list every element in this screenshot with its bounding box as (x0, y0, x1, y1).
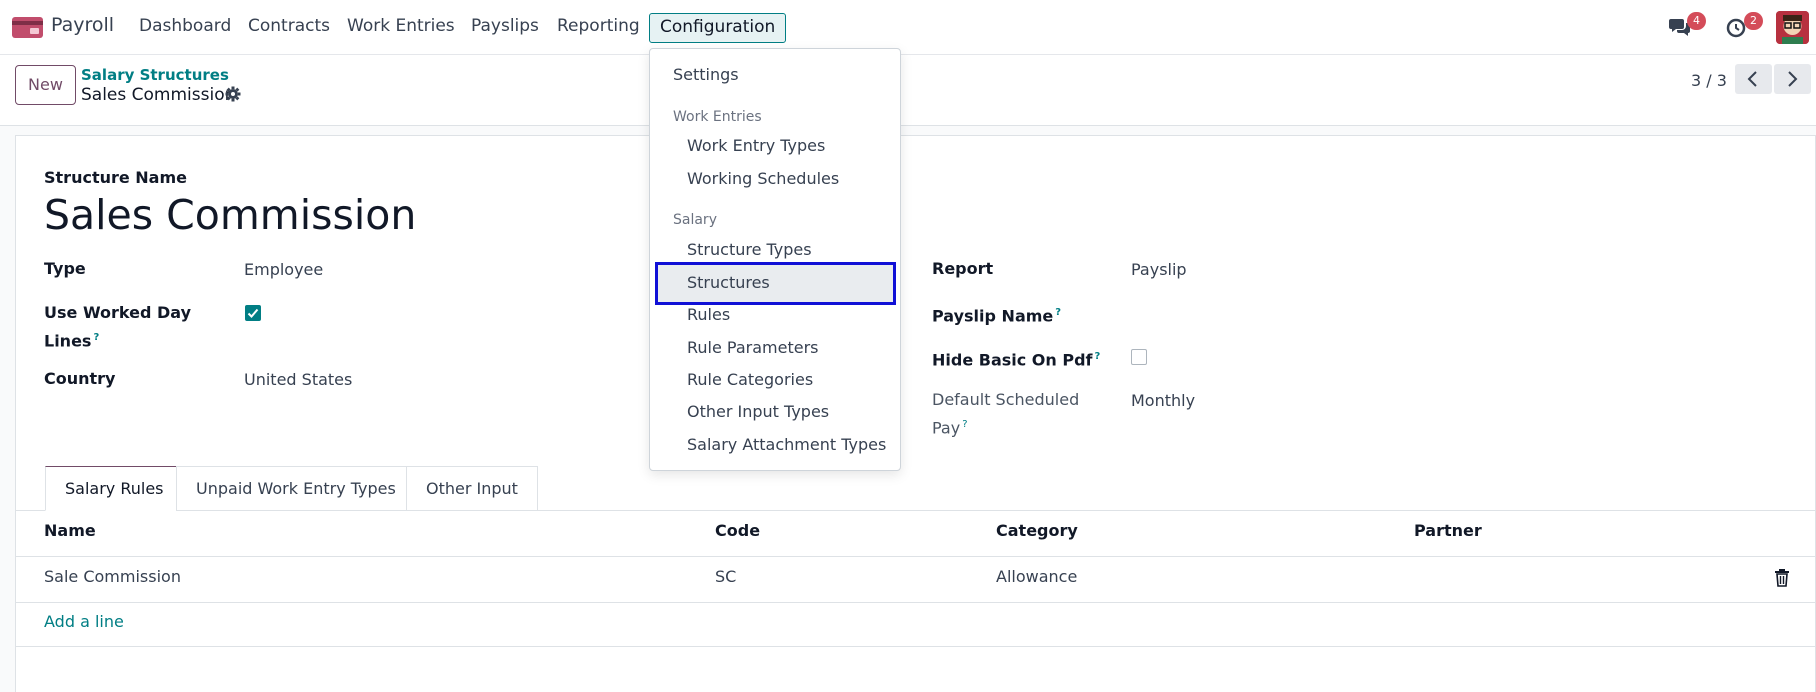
breadcrumb-parent[interactable]: Salary Structures (81, 66, 229, 84)
menu-contracts[interactable]: Contracts (248, 16, 330, 36)
column-code[interactable]: Code (715, 521, 760, 540)
help-icon[interactable]: ? (1055, 307, 1061, 318)
report-label: Report (932, 259, 994, 278)
type-field[interactable]: Employee (244, 257, 323, 282)
pager-next-button[interactable] (1774, 64, 1811, 94)
default-scheduled-pay-field[interactable]: Monthly (1131, 388, 1195, 413)
table-row[interactable] (16, 557, 1815, 602)
avatar-face-icon (1776, 11, 1809, 44)
menu-item-other-input-types[interactable]: Other Input Types (687, 402, 829, 421)
chat-button[interactable]: 4 (1668, 12, 1706, 40)
menu-item-salary-attachment-types[interactable]: Salary Attachment Types (687, 435, 886, 454)
menu-item-rule-parameters[interactable]: Rule Parameters (687, 338, 819, 357)
tab-unpaid-work-entry-types[interactable]: Unpaid Work Entry Types (176, 466, 416, 511)
hide-basic-label-text: Hide Basic On Pdf (932, 350, 1093, 370)
menu-payslips[interactable]: Payslips (471, 16, 539, 36)
section-header-salary: Salary (673, 212, 717, 228)
payslip-name-label-text: Payslip Name (932, 306, 1054, 326)
column-name[interactable]: Name (44, 521, 96, 540)
menu-dashboard[interactable]: Dashboard (139, 16, 231, 36)
menu-item-rule-categories[interactable]: Rule Categories (687, 370, 813, 389)
country-field[interactable]: United States (244, 367, 352, 392)
table-bottom-divider (16, 646, 1815, 647)
table-row-divider (16, 602, 1815, 603)
chevron-right-icon (1788, 71, 1798, 87)
section-header-work-entries: Work Entries (673, 109, 762, 125)
menu-work-entries[interactable]: Work Entries (347, 16, 455, 36)
default-scheduled-pay-label-text: Pay (932, 418, 961, 438)
tab-other-input[interactable]: Other Input (406, 466, 538, 511)
breadcrumb-current: Sales Commission (81, 85, 236, 105)
payroll-app-icon[interactable] (12, 17, 43, 38)
gear-icon[interactable] (225, 86, 241, 102)
control-panel: New Salary Structures Sales Commission 3… (0, 55, 1816, 126)
structure-name-label: Structure Name (44, 168, 187, 187)
user-avatar[interactable] (1776, 11, 1809, 44)
trash-icon[interactable] (1774, 569, 1790, 587)
menu-reporting[interactable]: Reporting (557, 16, 640, 36)
help-icon[interactable]: ? (962, 419, 967, 430)
use-worked-day-lines-label-cont: Lines? (44, 325, 99, 353)
column-partner[interactable]: Partner (1414, 521, 1482, 540)
chat-badge: 4 (1687, 12, 1706, 30)
check-icon (247, 308, 259, 318)
tab-salary-rules[interactable]: Salary Rules (45, 466, 184, 511)
row-name-cell[interactable]: Sale Commission (44, 567, 181, 586)
default-scheduled-pay-label: Default Scheduled (932, 390, 1080, 409)
type-label: Type (44, 259, 86, 278)
help-icon[interactable]: ? (1095, 351, 1101, 362)
use-worked-day-lines-label-text: Lines (44, 331, 92, 351)
menu-item-working-schedules[interactable]: Working Schedules (687, 169, 839, 188)
hide-basic-checkbox[interactable] (1131, 349, 1147, 365)
top-navbar: Payroll Dashboard Contracts Work Entries… (0, 0, 1816, 55)
use-worked-day-lines-checkbox[interactable] (245, 305, 261, 321)
use-worked-day-lines-label: Use Worked Day (44, 303, 191, 322)
column-category[interactable]: Category (996, 521, 1078, 540)
app-name[interactable]: Payroll (51, 14, 114, 36)
hide-basic-label: Hide Basic On Pdf? (932, 344, 1100, 372)
add-a-line-link[interactable]: Add a line (44, 612, 124, 631)
row-category-cell[interactable]: Allowance (996, 567, 1077, 586)
menu-item-settings[interactable]: Settings (673, 65, 739, 84)
menu-item-rules[interactable]: Rules (687, 305, 730, 324)
activity-button[interactable]: 2 (1725, 12, 1763, 40)
chevron-left-icon (1747, 71, 1757, 87)
menu-item-structure-types[interactable]: Structure Types (687, 240, 812, 259)
menu-item-work-entry-types[interactable]: Work Entry Types (687, 136, 825, 155)
report-field[interactable]: Payslip (1131, 257, 1187, 282)
country-label: Country (44, 369, 116, 388)
structure-name-field[interactable]: Sales Commission (44, 191, 416, 239)
menu-item-structures[interactable]: Structures (687, 273, 770, 292)
menu-configuration[interactable]: Configuration (649, 13, 787, 43)
configuration-dropdown: Settings Work Entries Work Entry Types W… (649, 48, 901, 471)
payslip-name-label: Payslip Name? (932, 300, 1061, 328)
default-scheduled-pay-label-cont: Pay? (932, 412, 968, 440)
help-icon[interactable]: ? (93, 332, 99, 343)
activity-badge: 2 (1744, 12, 1763, 30)
row-code-cell[interactable]: SC (715, 567, 736, 586)
pager-previous-button[interactable] (1735, 64, 1772, 94)
pager-value[interactable]: 3 / 3 (1691, 71, 1727, 90)
new-button[interactable]: New (15, 65, 76, 105)
